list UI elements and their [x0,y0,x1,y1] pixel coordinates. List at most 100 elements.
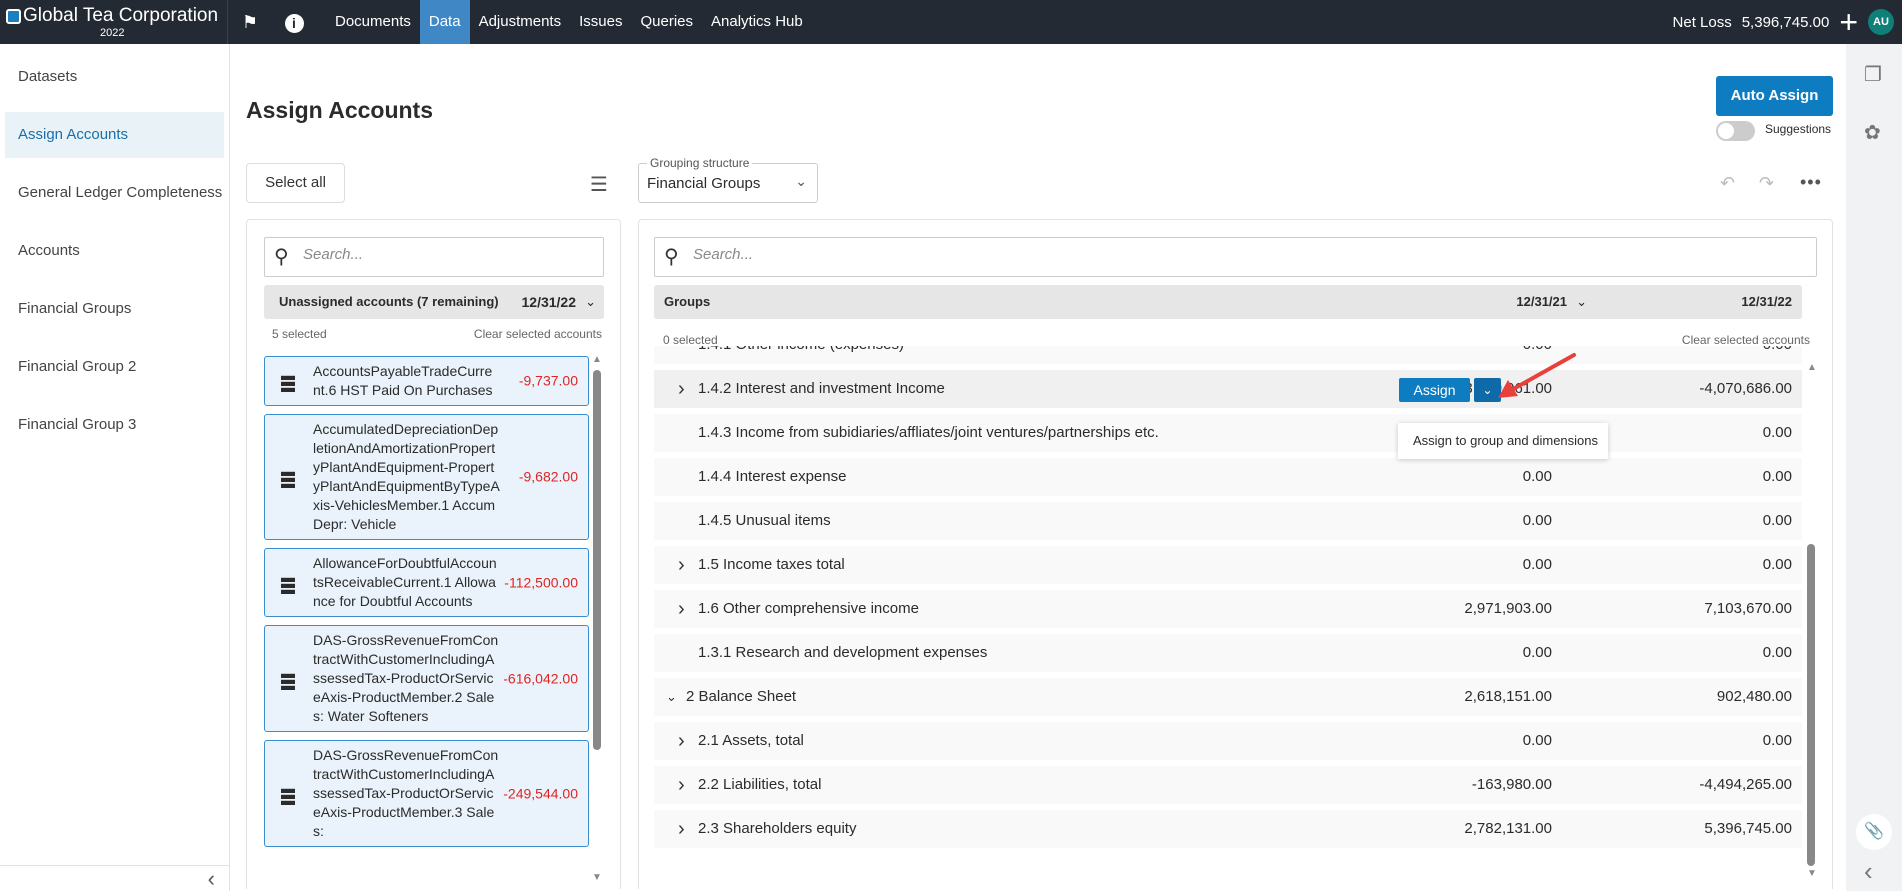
account-card[interactable]: ▬ ▬ ▬ AccountsPayableTradeCurrent.6 HST Pai… [264,356,589,406]
sidebar-item-assign-accounts[interactable]: Assign Accounts [5,112,224,158]
page-title: Assign Accounts [246,97,434,123]
company-logo-icon [6,9,21,24]
chevron-right-icon[interactable]: › [678,370,685,408]
group-row[interactable]: › 2.1 Assets, total 0.00 0.00 [654,722,1802,760]
nav-adjustments[interactable]: Adjustments [470,0,571,44]
paw-icon[interactable]: ✿ [1864,120,1881,145]
assign-button[interactable]: Assign [1399,378,1470,402]
sidebar-item-general-ledger-completeness[interactable]: General Ledger Completeness [5,170,224,216]
scrollbar[interactable] [1807,544,1815,866]
red-arrow-annotation [1498,353,1576,398]
info-icon[interactable]: i [272,12,316,33]
filter-icon[interactable]: ☰ [590,172,608,197]
suggestions-label: Suggestions [1765,122,1832,136]
expand-rail-icon[interactable]: ‹ [1864,856,1873,887]
account-card[interactable]: ▬ ▬ ▬ AllowanceForDoubtfulAccountsReceivabl… [264,548,589,617]
drag-handle-icon[interactable]: ▬ ▬ ▬ [281,781,295,807]
plus-icon[interactable]: + [1839,6,1858,38]
groups-panel: ⚲ Groups 12/31/21 ⌄ 12/31/22 0 selected … [638,219,1833,889]
nav-analytics-hub[interactable]: Analytics Hub [702,0,812,44]
grouping-structure-select[interactable]: Grouping structure Financial Groups ⌄ [638,156,818,203]
chevron-down-icon[interactable]: ⌄ [585,285,596,319]
redo-icon[interactable]: ↷ [1759,173,1774,194]
group-label: 2.2 Liabilities, total [698,776,822,793]
scrollbar[interactable] [593,370,601,750]
value-2022: 0.00 [1762,468,1792,485]
scroll-up-icon[interactable]: ▲ [1807,362,1817,373]
group-row[interactable]: ⌄ 2 Balance Sheet 2,618,151.00 902,480.00 [654,678,1802,716]
nav-issues[interactable]: Issues [570,0,631,44]
date1-select[interactable]: 12/31/21 [1516,285,1567,319]
chevron-right-icon[interactable]: › [678,810,685,848]
drag-handle-icon[interactable]: ▬ ▬ ▬ [281,570,295,596]
chevron-right-icon[interactable]: › [678,590,685,628]
clear-selected-link[interactable]: Clear selected accounts [1682,333,1810,347]
nav-queries[interactable]: Queries [631,0,702,44]
account-amount: -9,737.00 [518,372,578,389]
company-switcher[interactable]: Global Tea Corporation 2022 [0,0,228,44]
scroll-up-icon[interactable]: ▲ [592,354,602,365]
group-row[interactable]: 1.4.4 Interest expense 0.00 0.00 [654,458,1802,496]
scroll-down-icon[interactable]: ▼ [1807,868,1817,879]
value-2022: 902,480.00 [1716,688,1792,705]
sidebar-item-datasets[interactable]: Datasets [5,54,224,100]
clear-selected-link[interactable]: Clear selected accounts [474,327,602,341]
chevron-right-icon[interactable]: › [678,546,685,584]
account-name: AllowanceForDoubtfulAccountsReceivableCu… [313,555,497,609]
group-label: 2.1 Assets, total [698,732,804,749]
scroll-down-icon[interactable]: ▼ [592,872,602,883]
groups-search[interactable]: ⚲ [654,237,1817,277]
group-label: 1.4.2 Interest and investment Income [698,380,945,397]
suggestions-toggle[interactable] [1716,121,1755,141]
chevron-right-icon[interactable]: › [678,722,685,760]
drag-handle-icon[interactable]: ▬ ▬ ▬ [281,666,295,692]
group-row[interactable]: 1.4.3 Income from subidiaries/affliates/… [654,414,1802,452]
chevron-down-icon[interactable]: ⌄ [666,678,677,716]
group-row[interactable]: ›1.4.2 Interest and investment Income-3,… [654,370,1802,408]
drag-handle-icon[interactable]: ▬ ▬ ▬ [281,464,295,490]
auto-assign-button[interactable]: Auto Assign [1716,76,1833,116]
avatar[interactable]: AU [1868,9,1894,35]
top-bar: Global Tea Corporation 2022 ⚑ i Document… [0,0,1902,44]
collapse-sidebar-icon[interactable]: ‹ [208,866,215,892]
sidebar-item-financial-group-2[interactable]: Financial Group 2 [5,344,224,390]
value-2021: 2,618,151.00 [1464,688,1552,705]
group-row[interactable]: 1.4.5 Unusual items 0.00 0.00 [654,502,1802,540]
chevron-right-icon[interactable]: › [678,766,685,804]
nav-documents[interactable]: Documents [326,0,420,44]
nav-data[interactable]: Data [419,0,470,44]
accounts-search[interactable]: ⚲ [264,237,604,277]
chevron-down-icon[interactable]: ⌄ [1576,285,1587,319]
group-row[interactable]: › 2.3 Shareholders equity 2,782,131.00 5,39… [654,810,1802,848]
unassigned-header: Unassigned accounts (7 remaining) 12/31/… [264,285,604,319]
date-select[interactable]: 12/31/22 [522,285,577,319]
attachment-icon[interactable]: 📎 [1856,814,1892,850]
undo-icon[interactable]: ↶ [1720,173,1735,194]
more-options-icon[interactable]: ••• [1800,172,1822,193]
drag-handle-icon[interactable]: ▬ ▬ ▬ [281,368,295,394]
unassigned-accounts-panel: ⚲ Unassigned accounts (7 remaining) 12/3… [246,219,621,889]
value-2021: 2,782,131.00 [1464,820,1552,837]
flag-icon[interactable]: ⚑ [228,12,272,33]
assign-dropdown-menu-item[interactable]: Assign to group and dimensions [1398,423,1608,459]
group-row[interactable]: › 2.2 Liabilities, total -163,980.00 -4,494… [654,766,1802,804]
groups-search-input[interactable] [693,246,1622,263]
copy-icon[interactable]: ❐ [1864,62,1882,87]
sidebar-item-financial-group-3[interactable]: Financial Group 3 [5,402,224,448]
value-2022: -4,070,686.00 [1699,380,1792,397]
group-row[interactable]: 1.3.1 Research and development expenses 0… [654,634,1802,672]
select-all-button[interactable]: Select all [246,163,345,203]
account-card[interactable]: ▬ ▬ ▬ DAS-GrossRevenueFromContractWithCusto… [264,740,589,847]
account-name: AccumulatedDepreciationDepletionAndAmort… [313,421,500,532]
group-row[interactable]: › 1.6 Other comprehensive income 2,971,903… [654,590,1802,628]
sidebar-item-accounts[interactable]: Accounts [5,228,224,274]
group-row[interactable]: › 1.5 Income taxes total 0.00 0.00 [654,546,1802,584]
account-card[interactable]: ▬ ▬ ▬ AccumulatedDepreciationDepletionAndAm… [264,414,589,540]
group-row[interactable]: 1.4.1 Other income (expenses)0.000.00 [654,346,1802,364]
value-2021: 0.00 [1522,556,1552,573]
accounts-search-input[interactable] [303,246,574,263]
sidebar-item-financial-groups[interactable]: Financial Groups [5,286,224,332]
net-loss-value: 5,396,745.00 [1741,13,1830,31]
net-loss-label: Net Loss [1672,13,1732,31]
account-card[interactable]: ▬ ▬ ▬ DAS-GrossRevenueFromContractWithCusto… [264,625,589,732]
